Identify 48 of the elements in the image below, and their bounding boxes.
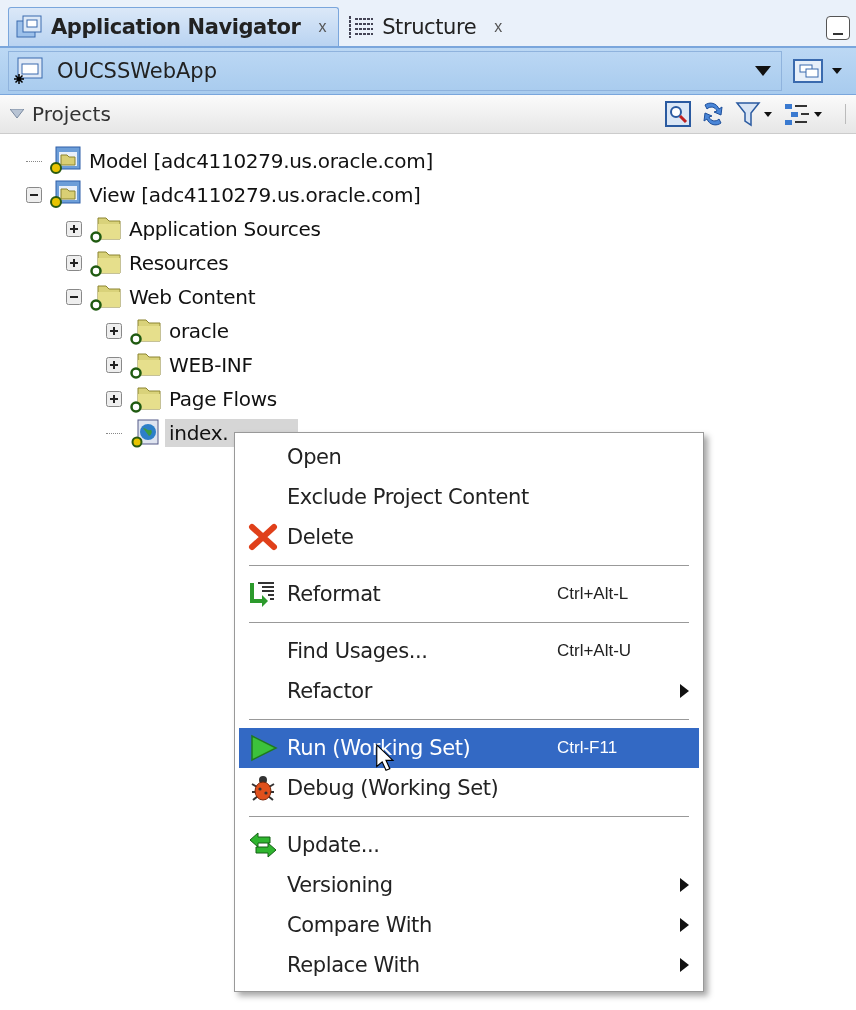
tree-item[interactable]: oracle xyxy=(165,317,233,345)
collapse-toggle-icon[interactable] xyxy=(26,187,42,203)
delete-icon xyxy=(248,523,278,551)
menu-item[interactable]: Debug (Working Set) xyxy=(239,768,699,808)
menu-item[interactable]: Replace With xyxy=(239,945,699,985)
menu-item[interactable]: Versioning xyxy=(239,865,699,905)
folder-icon xyxy=(88,282,122,312)
close-tab-button[interactable]: x xyxy=(494,18,502,36)
dropdown-arrow-icon xyxy=(755,66,771,76)
project-icon xyxy=(48,180,82,210)
tree-item[interactable]: View [adc4110279.us.oracle.com] xyxy=(85,181,425,209)
application-icon xyxy=(13,56,45,86)
menu-item[interactable]: Exclude Project Content xyxy=(239,477,699,517)
folder-icon xyxy=(88,248,122,278)
panel-title: Projects xyxy=(32,102,112,126)
tree-item[interactable]: Resources xyxy=(125,249,233,277)
minimize-button[interactable] xyxy=(826,16,850,40)
project-icon xyxy=(48,146,82,176)
navigator-icon xyxy=(15,13,45,41)
expand-toggle-icon[interactable] xyxy=(106,323,122,339)
tree-item[interactable]: Web Content xyxy=(125,283,260,311)
menu-item[interactable]: Update... xyxy=(239,825,699,865)
filter-icon[interactable] xyxy=(735,101,775,127)
tree-item[interactable]: Application Sources xyxy=(125,215,325,243)
close-tab-button[interactable]: x xyxy=(318,18,327,36)
expand-toggle-icon[interactable] xyxy=(106,391,122,407)
menu-item[interactable]: Reformat Ctrl+Alt-L xyxy=(239,574,699,614)
collapse-toggle-icon[interactable] xyxy=(66,289,82,305)
collapse-arrow-icon[interactable] xyxy=(10,109,24,119)
menu-item[interactable]: Find Usages... Ctrl+Alt-U xyxy=(239,631,699,671)
folder-icon xyxy=(128,350,162,380)
application-dropdown[interactable]: OUCSSWebApp xyxy=(8,51,782,91)
menu-item[interactable]: Delete xyxy=(239,517,699,557)
search-icon[interactable] xyxy=(665,101,691,127)
tree-item[interactable]: Page Flows xyxy=(165,385,281,413)
tab[interactable]: Structure x xyxy=(339,7,515,46)
tree-item[interactable]: Model [adc4110279.us.oracle.com] xyxy=(85,147,437,175)
sync-arrows-icon xyxy=(248,831,278,859)
folder-icon xyxy=(88,214,122,244)
expand-toggle-icon[interactable] xyxy=(66,255,82,271)
tree-item[interactable]: WEB-INF xyxy=(165,351,257,379)
tab[interactable]: Application Navigator x xyxy=(8,7,340,46)
folder-icon xyxy=(128,384,162,414)
expand-toggle-icon[interactable] xyxy=(66,221,82,237)
folder-icon xyxy=(128,316,162,346)
menu-item[interactable]: Compare With xyxy=(239,905,699,945)
expand-toggle-icon[interactable] xyxy=(106,357,122,373)
menu-item[interactable]: Refactor xyxy=(239,671,699,711)
